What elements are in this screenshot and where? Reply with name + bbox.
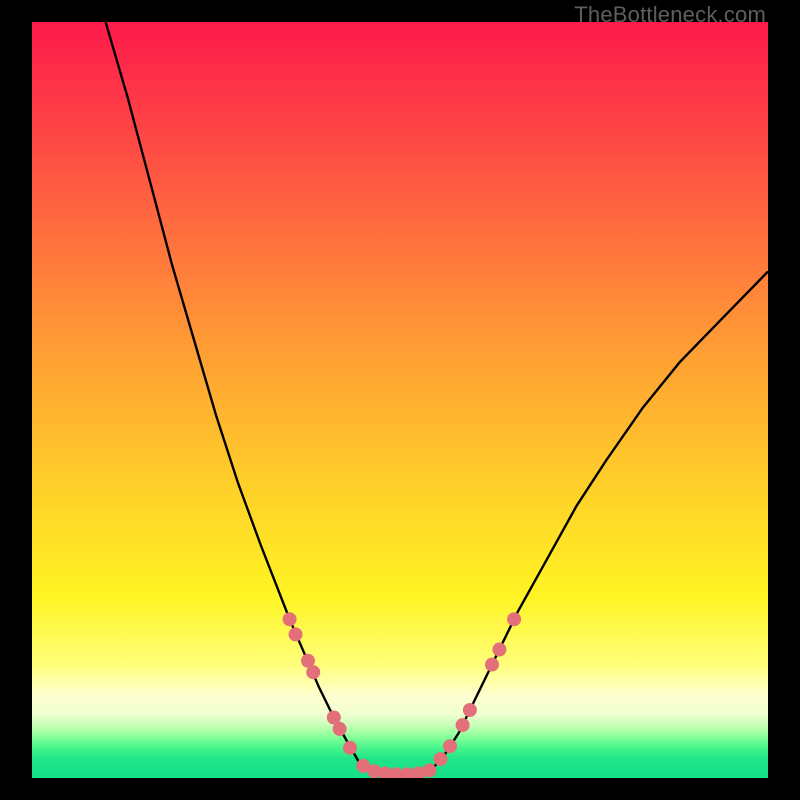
data-point-right-cluster-top-3	[507, 612, 521, 626]
data-point-left-cluster-mid-2	[306, 665, 320, 679]
data-points	[283, 612, 521, 778]
plot-area	[32, 22, 768, 778]
data-point-left-cluster-top-1	[283, 612, 297, 626]
bottleneck-curve	[106, 22, 768, 774]
chart-svg	[32, 22, 768, 778]
data-point-right-cluster-low-2	[443, 739, 457, 753]
data-point-right-cluster-low-1	[434, 752, 448, 766]
data-point-right-cluster-top-1	[485, 658, 499, 672]
data-point-left-cluster-top-2	[289, 627, 303, 641]
data-point-valley-7	[422, 763, 436, 777]
data-point-right-cluster-mid-1	[456, 718, 470, 732]
outer-frame: TheBottleneck.com	[0, 0, 800, 800]
data-point-left-cluster-low-3	[343, 741, 357, 755]
data-point-right-cluster-mid-2	[463, 703, 477, 717]
data-point-left-cluster-low-2	[333, 722, 347, 736]
data-point-right-cluster-top-2	[492, 643, 506, 657]
